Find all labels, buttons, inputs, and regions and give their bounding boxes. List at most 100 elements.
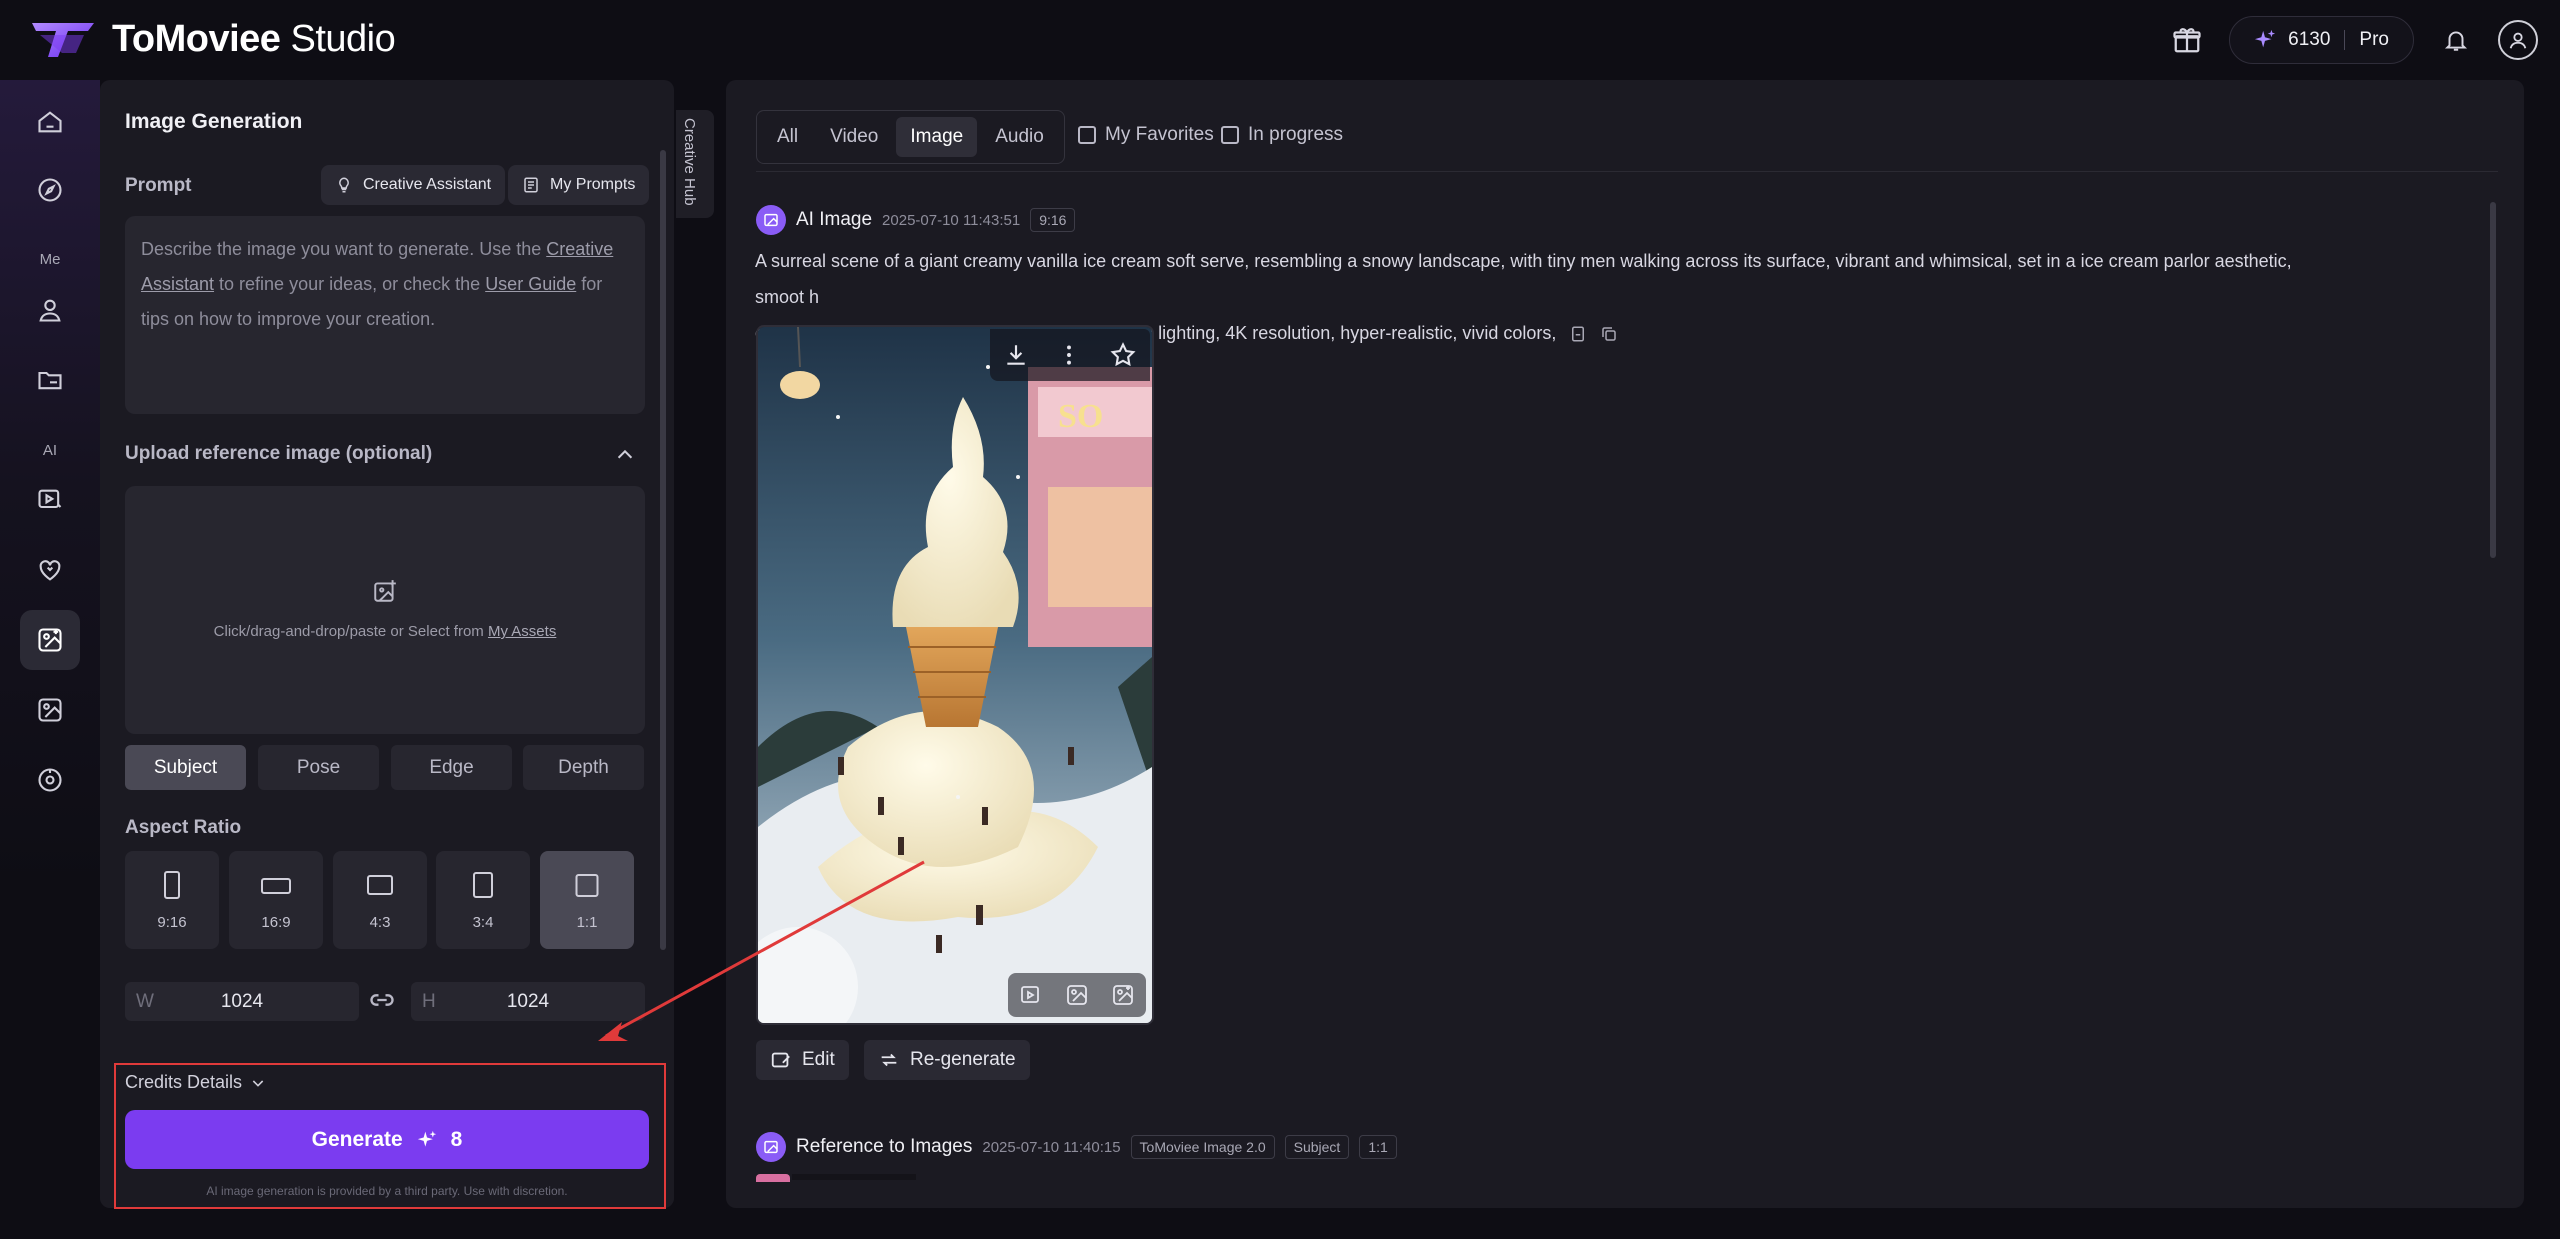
more-options-icon[interactable] [1056,342,1082,368]
regenerate-button[interactable]: Re-generate [864,1040,1030,1080]
nav-ai-effects[interactable] [20,540,80,600]
feed-scrollbar[interactable] [2490,202,2496,558]
image-generate-icon [38,628,62,652]
entry-date: 2025-07-10 11:40:15 [982,1138,1121,1156]
my-assets-link[interactable]: My Assets [488,623,556,640]
landscape-shape-icon [367,875,393,895]
nav-ai-image-edit[interactable] [20,680,80,740]
aspect-9-16[interactable]: 9:16 [125,851,219,949]
aspect-ratio-label: Aspect Ratio [125,817,242,838]
ref-mode-edge[interactable]: Edge [391,745,512,790]
image-action-bar [1008,973,1146,1017]
upload-dropzone[interactable]: Click/drag-and-drop/paste or Select from… [125,486,645,734]
aspect-1-1[interactable]: 1:1 [540,851,634,949]
filter-audio[interactable]: Audio [981,117,1058,157]
bell-icon[interactable] [2436,20,2476,60]
next-image-thumbnail[interactable] [756,1174,916,1208]
disclaimer-text: AI image generation is provided by a thi… [206,1184,568,1198]
copy-icon[interactable] [1600,325,1618,343]
panel-scrollbar[interactable] [660,150,666,950]
divider [756,171,2498,172]
image-generate-icon[interactable] [1111,983,1135,1007]
generated-image-card[interactable]: SO [756,325,1154,1025]
credits-count: 6130 [2288,29,2331,50]
ref-mode-subject[interactable]: Subject [125,745,246,790]
mode-tag: Subject [1284,1135,1350,1159]
top-bar: ToMoviee Studio 6130 Pro [0,0,2560,80]
compass-icon [38,178,62,202]
image-edit-icon[interactable] [1065,983,1089,1007]
width-field[interactable]: W 1024 [125,982,359,1021]
ref-mode-pose[interactable]: Pose [258,745,379,790]
portrait-shape-icon [473,872,493,898]
chevron-down-icon [252,1079,264,1087]
creative-assistant-button[interactable]: Creative Assistant [321,165,506,205]
upload-label: Upload reference image (optional) [125,443,433,464]
sparkle-icon [417,1130,436,1147]
nav-assets[interactable] [20,350,80,410]
user-guide-link[interactable]: User Guide [485,274,576,294]
audio-icon [38,768,62,792]
video-play-icon [38,489,62,509]
sparkle-icon [2255,29,2276,48]
my-favorites-checkbox[interactable]: My Favorites [1078,124,1214,146]
aspect-tag: 9:16 [1030,208,1076,232]
link-icon[interactable] [368,986,396,1014]
star-icon[interactable] [1109,341,1137,369]
sparkle-heart-icon [39,560,61,581]
left-nav: Me AI [0,80,100,1239]
generated-image[interactable]: SO [758,327,1152,1023]
app-logo[interactable]: ToMoviee Studio [28,18,396,61]
shop-sign-text: SO [1058,398,1103,435]
ref-mode-depth[interactable]: Depth [523,745,644,790]
filter-video[interactable]: Video [816,117,892,157]
generate-button[interactable]: Generate 8 [125,1110,649,1169]
nav-home[interactable] [20,92,80,152]
nav-section-ai: AI [42,442,58,459]
credits-details-toggle[interactable]: Credits Details [125,1072,266,1093]
home-icon [38,111,62,133]
filter-image[interactable]: Image [896,117,978,157]
nav-ai-audio[interactable] [20,750,80,810]
my-prompts-button[interactable]: My Prompts [508,165,650,205]
filter-all[interactable]: All [763,117,812,157]
entry-title: AI Image [796,209,873,230]
edit-icon [771,1052,790,1068]
folder-icon [38,371,62,390]
panel-title: Image Generation [125,110,303,133]
aspect-3-4[interactable]: 3:4 [436,851,530,949]
refresh-icon [881,1053,897,1067]
upload-text: Click/drag-and-drop/paste or Select from… [213,623,557,640]
entry-date: 2025-07-10 11:43:51 [882,211,1021,229]
nav-ai-image[interactable] [20,610,80,670]
square-shape-icon [575,874,599,897]
entry-header: Reference to Images 2025-07-10 11:40:15 … [756,1132,1397,1162]
gift-icon[interactable] [2167,20,2207,60]
nav-ai-video[interactable] [20,470,80,530]
in-progress-checkbox[interactable]: In progress [1221,124,1343,146]
image-to-video-icon[interactable] [1019,983,1043,1007]
save-prompt-icon[interactable] [1569,325,1587,343]
model-tag: ToMoviee Image 2.0 [1130,1135,1275,1159]
avatar[interactable] [2498,20,2538,60]
image-toolbar [990,329,1150,381]
edit-button[interactable]: Edit [756,1040,849,1080]
plan-label: Pro [2359,29,2389,50]
nav-explore[interactable] [20,160,80,220]
prompt-input[interactable]: Describe the image you want to generate.… [125,216,645,414]
aspect-4-3[interactable]: 4:3 [333,851,427,949]
chevron-up-icon[interactable] [614,444,636,466]
image-generation-panel: Image Generation Prompt Creative Assista… [100,80,674,1208]
results-feed: All Video Image Audio My Favorites In pr… [726,80,2524,1208]
document-icon [524,177,538,193]
lightbulb-icon [339,177,349,193]
logo-mark-icon [32,22,94,57]
ai-image-badge-icon [756,1132,786,1162]
nav-profile[interactable] [20,280,80,340]
credits-pill[interactable]: 6130 Pro [2229,16,2414,64]
height-field[interactable]: H 1024 [411,982,645,1021]
download-icon[interactable] [1003,342,1029,368]
creative-hub-tab[interactable]: Creative Hub [676,110,714,218]
user-icon [39,299,61,322]
aspect-16-9[interactable]: 16:9 [229,851,323,949]
